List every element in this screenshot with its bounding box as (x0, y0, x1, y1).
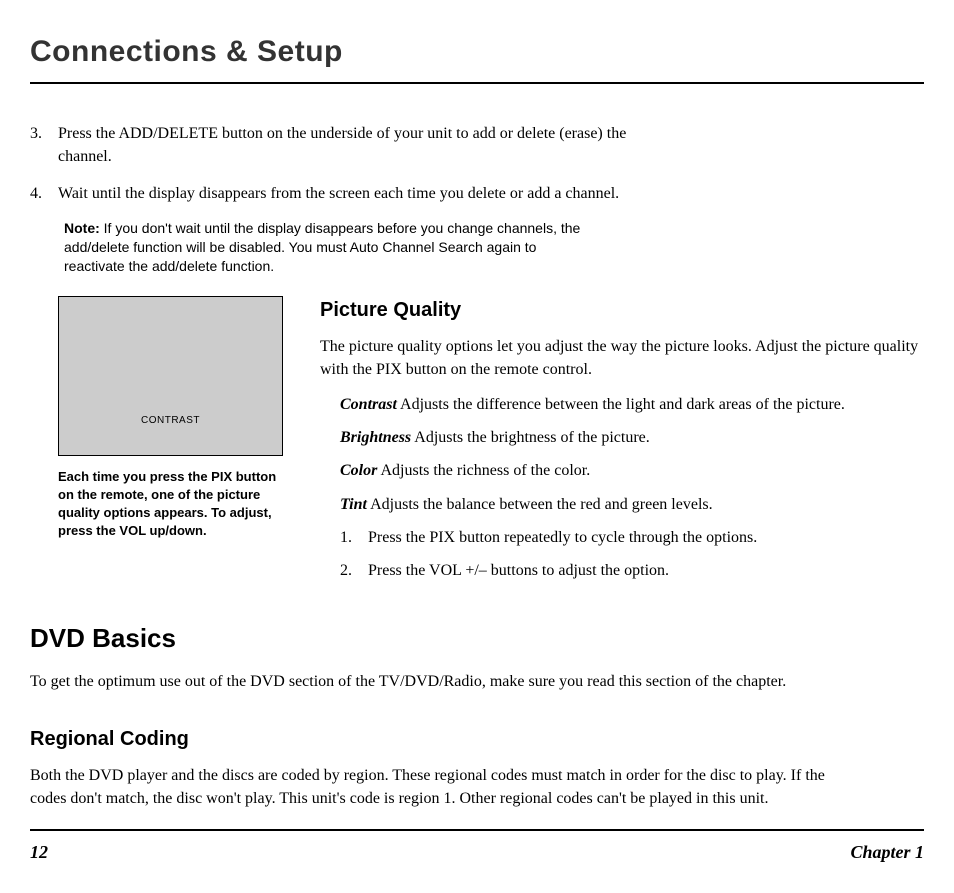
picture-step: 2. Press the VOL +/– buttons to adjust t… (340, 559, 924, 582)
step-number: 1. (340, 526, 368, 549)
term: Tint (340, 496, 367, 513)
page-title: Connections & Setup (30, 30, 924, 84)
def-color: Color Adjusts the richness of the color. (340, 459, 924, 482)
term: Brightness (340, 429, 411, 446)
picture-quality-heading: Picture Quality (320, 296, 924, 325)
picture-quality-intro: The picture quality options let you adju… (320, 335, 924, 381)
screen-preview: CONTRAST (58, 296, 283, 456)
screen-caption: Each time you press the PIX button on th… (58, 468, 280, 541)
page-number: 12 (30, 839, 48, 865)
step-text: Press the VOL +/– buttons to adjust the … (368, 559, 669, 582)
desc: Adjusts the difference between the light… (397, 396, 845, 413)
screen-overlay-label: CONTRAST (141, 414, 200, 429)
step-item: 4. Wait until the display disappears fro… (30, 182, 650, 205)
dvd-basics-intro: To get the optimum use out of the DVD se… (30, 670, 850, 693)
step-text: Wait until the display disappears from t… (58, 182, 619, 205)
regional-coding-body: Both the DVD player and the discs are co… (30, 764, 850, 810)
step-list: 3. Press the ADD/DELETE button on the un… (30, 122, 650, 206)
note-body: If you don't wait until the display disa… (64, 220, 580, 274)
step-number: 2. (340, 559, 368, 582)
desc: Adjusts the brightness of the picture. (411, 429, 650, 446)
term: Color (340, 462, 377, 479)
picture-steps: 1. Press the PIX button repeatedly to cy… (340, 526, 924, 582)
def-tint: Tint Adjusts the balance between the red… (340, 493, 924, 516)
desc: Adjusts the richness of the color. (377, 462, 590, 479)
step-text: Press the PIX button repeatedly to cycle… (368, 526, 757, 549)
term: Contrast (340, 396, 397, 413)
picture-step: 1. Press the PIX button repeatedly to cy… (340, 526, 924, 549)
regional-coding-heading: Regional Coding (30, 725, 924, 754)
def-brightness: Brightness Adjusts the brightness of the… (340, 426, 924, 449)
dvd-basics-heading: DVD Basics (30, 620, 924, 658)
step-number: 3. (30, 122, 58, 168)
desc: Adjusts the balance between the red and … (367, 496, 713, 513)
step-number: 4. (30, 182, 58, 205)
step-item: 3. Press the ADD/DELETE button on the un… (30, 122, 650, 168)
definition-list: Contrast Adjusts the difference between … (340, 393, 924, 516)
def-contrast: Contrast Adjusts the difference between … (340, 393, 924, 416)
chapter-label: Chapter 1 (850, 839, 924, 865)
note-label: Note: (64, 220, 100, 236)
page-footer: 12 Chapter 1 (30, 829, 924, 865)
note: Note: If you don't wait until the displa… (64, 219, 584, 276)
step-text: Press the ADD/DELETE button on the under… (58, 122, 650, 168)
